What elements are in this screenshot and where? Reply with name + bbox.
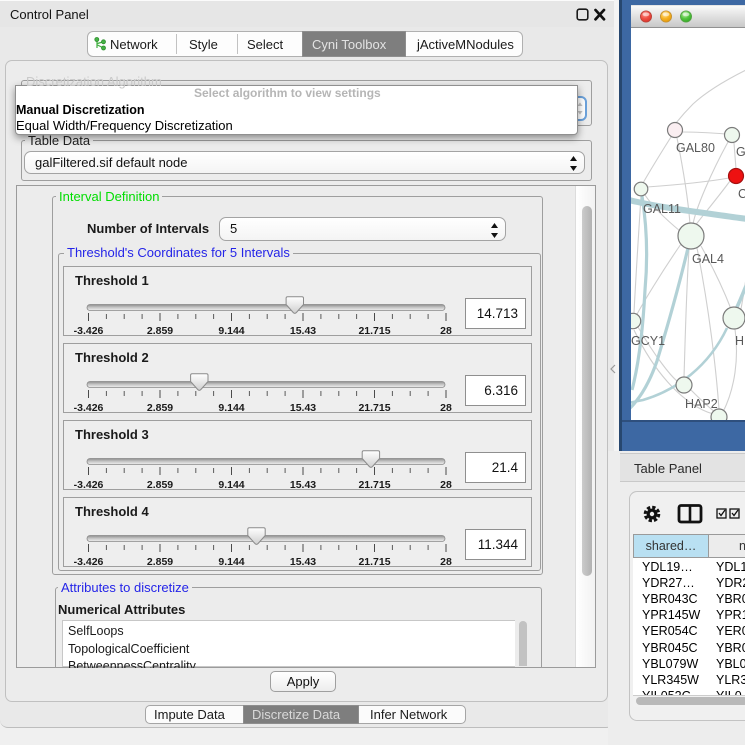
svg-text:9.144: 9.144 bbox=[218, 402, 244, 414]
svg-text:21.715: 21.715 bbox=[358, 325, 390, 337]
svg-text:-3.426: -3.426 bbox=[74, 325, 104, 337]
svg-text:-3.426: -3.426 bbox=[74, 556, 104, 568]
svg-text:GA: GA bbox=[736, 145, 745, 159]
svg-text:9.144: 9.144 bbox=[218, 556, 244, 568]
svg-text:2.859: 2.859 bbox=[147, 325, 173, 337]
svg-text:9.144: 9.144 bbox=[218, 325, 244, 337]
svg-text:GAL4: GAL4 bbox=[692, 252, 724, 266]
svg-text:-3.426: -3.426 bbox=[74, 402, 104, 414]
svg-text:2.859: 2.859 bbox=[147, 556, 173, 568]
svg-text:9.144: 9.144 bbox=[218, 479, 244, 491]
svg-text:GAL11: GAL11 bbox=[643, 202, 681, 216]
svg-text:28: 28 bbox=[440, 402, 452, 414]
svg-text:15.43: 15.43 bbox=[290, 556, 316, 568]
svg-text:2.859: 2.859 bbox=[147, 402, 173, 414]
svg-text:21.715: 21.715 bbox=[358, 556, 390, 568]
svg-text:HAP2: HAP2 bbox=[685, 397, 718, 411]
svg-text:15.43: 15.43 bbox=[290, 402, 316, 414]
svg-text:15.43: 15.43 bbox=[290, 325, 316, 337]
svg-text:28: 28 bbox=[440, 556, 452, 568]
svg-text:C: C bbox=[738, 187, 745, 201]
svg-text:21.715: 21.715 bbox=[358, 402, 390, 414]
svg-text:GAL80: GAL80 bbox=[676, 141, 715, 155]
svg-text:15.43: 15.43 bbox=[290, 479, 316, 491]
svg-text:GCY1: GCY1 bbox=[631, 334, 665, 348]
svg-text:2.859: 2.859 bbox=[147, 479, 173, 491]
svg-text:28: 28 bbox=[440, 479, 452, 491]
svg-text:-3.426: -3.426 bbox=[74, 479, 104, 491]
svg-text:28: 28 bbox=[440, 325, 452, 337]
svg-text:H: H bbox=[735, 334, 744, 348]
svg-text:21.715: 21.715 bbox=[358, 479, 390, 491]
